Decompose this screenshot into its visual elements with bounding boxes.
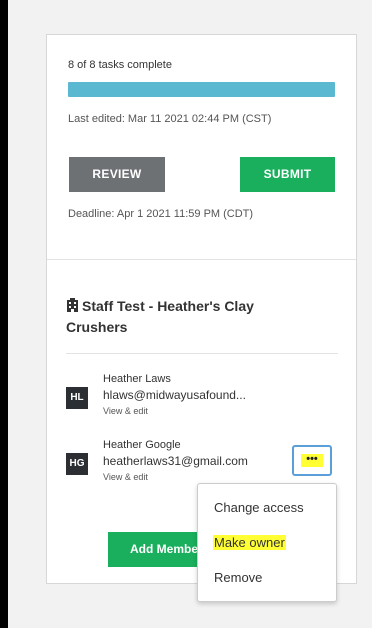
member-name: Heather Laws: [103, 373, 171, 385]
page-background: 8 of 8 tasks complete Last edited: Mar 1…: [8, 0, 372, 628]
avatar: HL: [66, 387, 88, 409]
last-edited-text: Last edited: Mar 11 2021 02:44 PM (CST): [68, 113, 272, 125]
deadline-text: Deadline: Apr 1 2021 11:59 PM (CDT): [68, 208, 254, 220]
tasks-complete-text: 8 of 8 tasks complete: [68, 59, 172, 71]
progress-bar: [68, 82, 335, 97]
member-name: Heather Google: [103, 439, 181, 451]
menu-item-remove[interactable]: Remove: [214, 570, 262, 585]
building-icon: [67, 298, 78, 312]
section-divider: [47, 259, 356, 260]
more-options-button[interactable]: •••: [292, 445, 332, 476]
team-name: Staff Test - Heather's Clay Crushers: [66, 298, 254, 335]
member-options-menu: Change access Make owner Remove: [197, 483, 337, 602]
ellipsis-icon: •••: [301, 454, 323, 467]
submit-button[interactable]: SUBMIT: [240, 157, 335, 192]
avatar: HG: [66, 453, 88, 475]
member-email: heatherlaws31@gmail.com: [103, 454, 248, 468]
member-email: hlaws@midwayusafound...: [103, 388, 246, 402]
review-button[interactable]: REVIEW: [69, 157, 165, 192]
team-divider: [66, 353, 338, 354]
menu-item-change-access[interactable]: Change access: [214, 500, 304, 515]
view-edit-link[interactable]: View & edit: [103, 406, 148, 416]
progress-bar-fill: [68, 82, 335, 97]
view-edit-link[interactable]: View & edit: [103, 472, 148, 482]
team-title: Staff Test - Heather's Clay Crushers: [66, 296, 316, 338]
menu-item-make-owner[interactable]: Make owner: [213, 535, 286, 550]
